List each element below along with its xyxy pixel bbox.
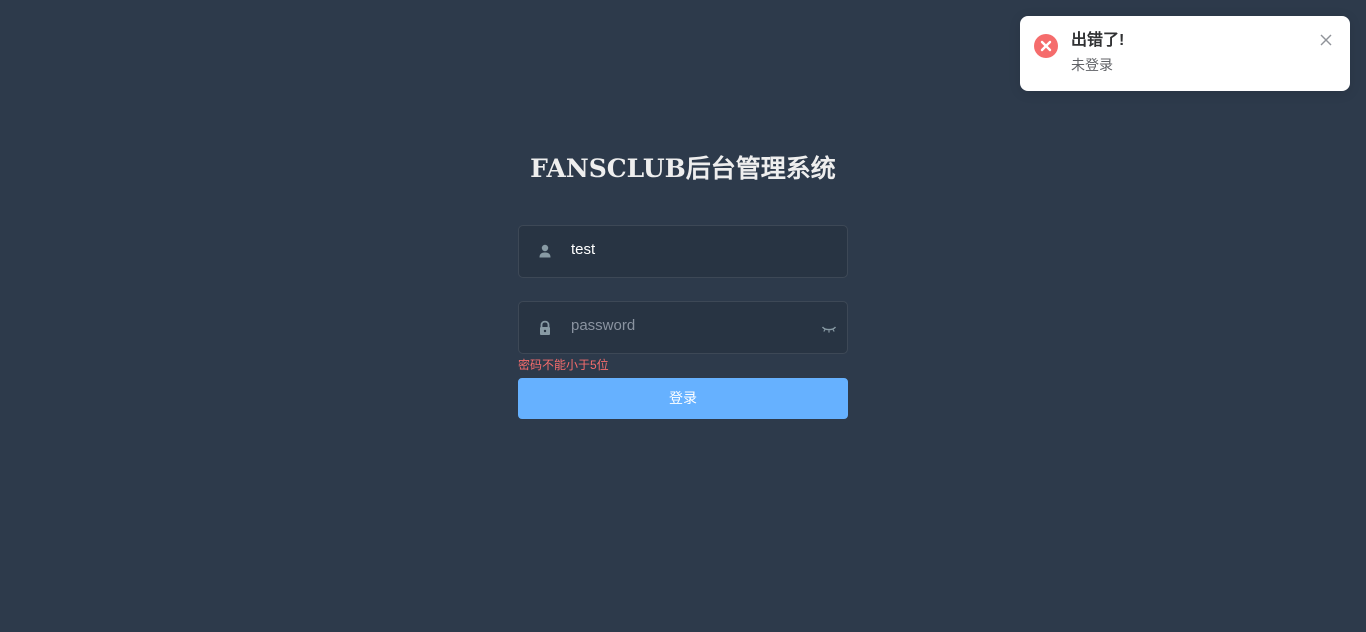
notification-title: 出错了! — [1071, 32, 1125, 49]
username-input[interactable]: test — [571, 226, 595, 277]
notification-message: 未登录 — [1071, 57, 1113, 73]
password-field[interactable]: password — [518, 301, 848, 354]
error-notification: 出错了! 未登录 — [1020, 16, 1350, 91]
password-error: 密码不能小于5位 — [518, 358, 609, 372]
password-input[interactable]: password — [571, 302, 635, 353]
page-title: FANSCLUB后台管理系统 — [530, 154, 836, 183]
login-form: test password 密码不能小于5位 登录 — [518, 225, 848, 419]
login-button[interactable]: 登录 — [518, 378, 848, 419]
user-icon — [537, 243, 553, 261]
eye-closed-icon[interactable] — [821, 322, 837, 334]
error-circle-icon — [1034, 34, 1058, 58]
close-icon[interactable] — [1320, 33, 1332, 46]
username-field[interactable]: test — [518, 225, 848, 278]
login-page: FANSCLUB后台管理系统 test password 密码不能小于5位 登录… — [0, 0, 1366, 632]
lock-icon — [537, 319, 553, 337]
